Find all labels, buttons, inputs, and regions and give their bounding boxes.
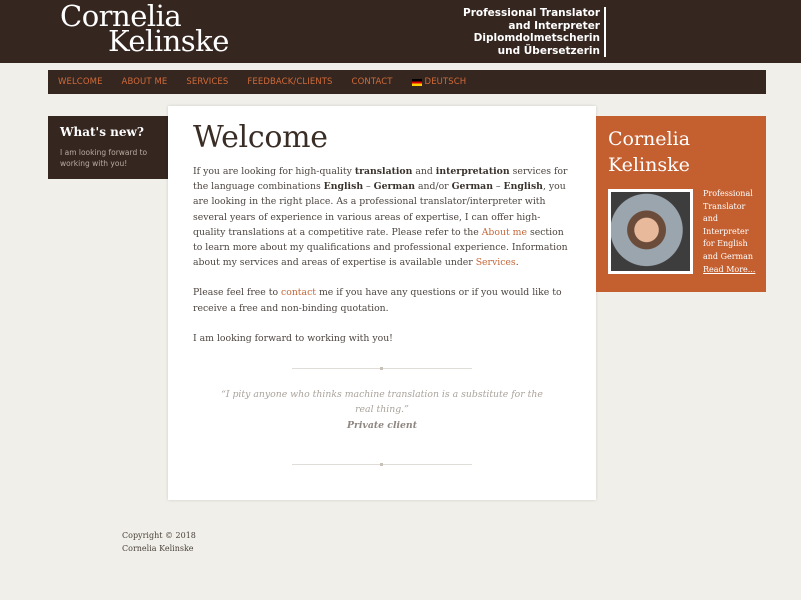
bold-text: interpretation: [435, 166, 510, 177]
nav-item-services[interactable]: SERVICES: [186, 77, 228, 87]
whats-new-widget: What's new? I am looking forward to work…: [48, 116, 168, 179]
footer: Copyright © 2018 Cornelia Kelinske: [122, 529, 196, 555]
portrait-image: [611, 192, 690, 271]
bold-text: translation: [354, 166, 413, 177]
whats-new-title: What's new?: [60, 125, 144, 139]
tagline-line: and Interpreter: [508, 19, 600, 32]
profile-name-line2: Kelinske: [608, 154, 690, 176]
nav-item-contact[interactable]: CONTACT: [352, 77, 393, 87]
site-header: Cornelia Kelinske Professional Translato…: [0, 0, 801, 63]
profile-description: Professional Translator and Interpreter …: [703, 188, 761, 276]
testimonial-quote: “I pity anyone who thinks machine transl…: [218, 387, 546, 433]
divider: [292, 367, 472, 370]
text: –: [363, 181, 374, 193]
nav-item-deutsch[interactable]: DEUTSCH: [411, 77, 467, 87]
tagline-divider: [604, 7, 606, 57]
profile-photo: [608, 189, 693, 274]
text: .: [515, 257, 519, 269]
site-logo[interactable]: Cornelia Kelinske: [60, 2, 229, 56]
nav-item-welcome[interactable]: WELCOME: [58, 77, 103, 87]
copyright-owner: Cornelia Kelinske: [122, 544, 194, 553]
main-navigation: WELCOME ABOUT ME SERVICES FEEDBACK/CLIEN…: [48, 70, 766, 94]
text: and: [412, 166, 436, 177]
nav-item-about-me[interactable]: ABOUT ME: [122, 77, 168, 87]
text: If you are looking for high-quality: [193, 166, 355, 177]
copyright-text: Copyright © 2018: [122, 531, 196, 540]
about-me-link[interactable]: About me: [482, 227, 527, 238]
tagline-line: Diplomdolmetscherin: [473, 32, 600, 44]
text: –: [492, 181, 504, 193]
profile-widget: Cornelia Kelinske Professional Translator…: [596, 116, 766, 292]
contact-link[interactable]: contact: [281, 287, 316, 298]
main-content: Welcome If you are looking for high-qual…: [168, 106, 596, 500]
nav-item-deutsch-label: DEUTSCH: [424, 77, 467, 87]
tagline-line: Professional Translator: [463, 7, 600, 19]
german-flag-icon: [411, 78, 422, 86]
closing-paragraph: I am looking forward to working with you…: [193, 332, 393, 344]
profile-name-line1: Cornelia: [608, 128, 691, 150]
profile-description-text: Professional Translator and Interpreter …: [703, 189, 754, 261]
page-title: Welcome: [193, 120, 328, 155]
text: Please feel free to: [193, 287, 282, 299]
bold-text: German: [373, 181, 416, 193]
intro-paragraph: If you are looking for high-quality tran…: [193, 164, 571, 270]
whats-new-text: I am looking forward to working with you…: [60, 148, 148, 168]
bold-text: English: [503, 181, 543, 193]
read-more-link[interactable]: Read More...: [703, 265, 755, 274]
profile-name: Cornelia Kelinske: [608, 126, 754, 178]
quote-text: “I pity anyone who thinks machine transl…: [221, 389, 543, 415]
bold-text: English: [323, 181, 364, 193]
text: and/or: [415, 181, 452, 193]
divider: [292, 463, 472, 466]
bold-text: German: [451, 181, 493, 193]
quote-author: Private client: [347, 420, 417, 431]
nav-item-feedback-clients[interactable]: FEEDBACK/CLIENTS: [247, 77, 332, 87]
services-link[interactable]: Services: [476, 257, 516, 268]
contact-paragraph: Please feel free to contact me if you ha…: [193, 285, 571, 315]
tagline-line: und Übersetzerin: [497, 44, 600, 57]
header-tagline: Professional Translator and Interpreter …: [463, 7, 600, 57]
